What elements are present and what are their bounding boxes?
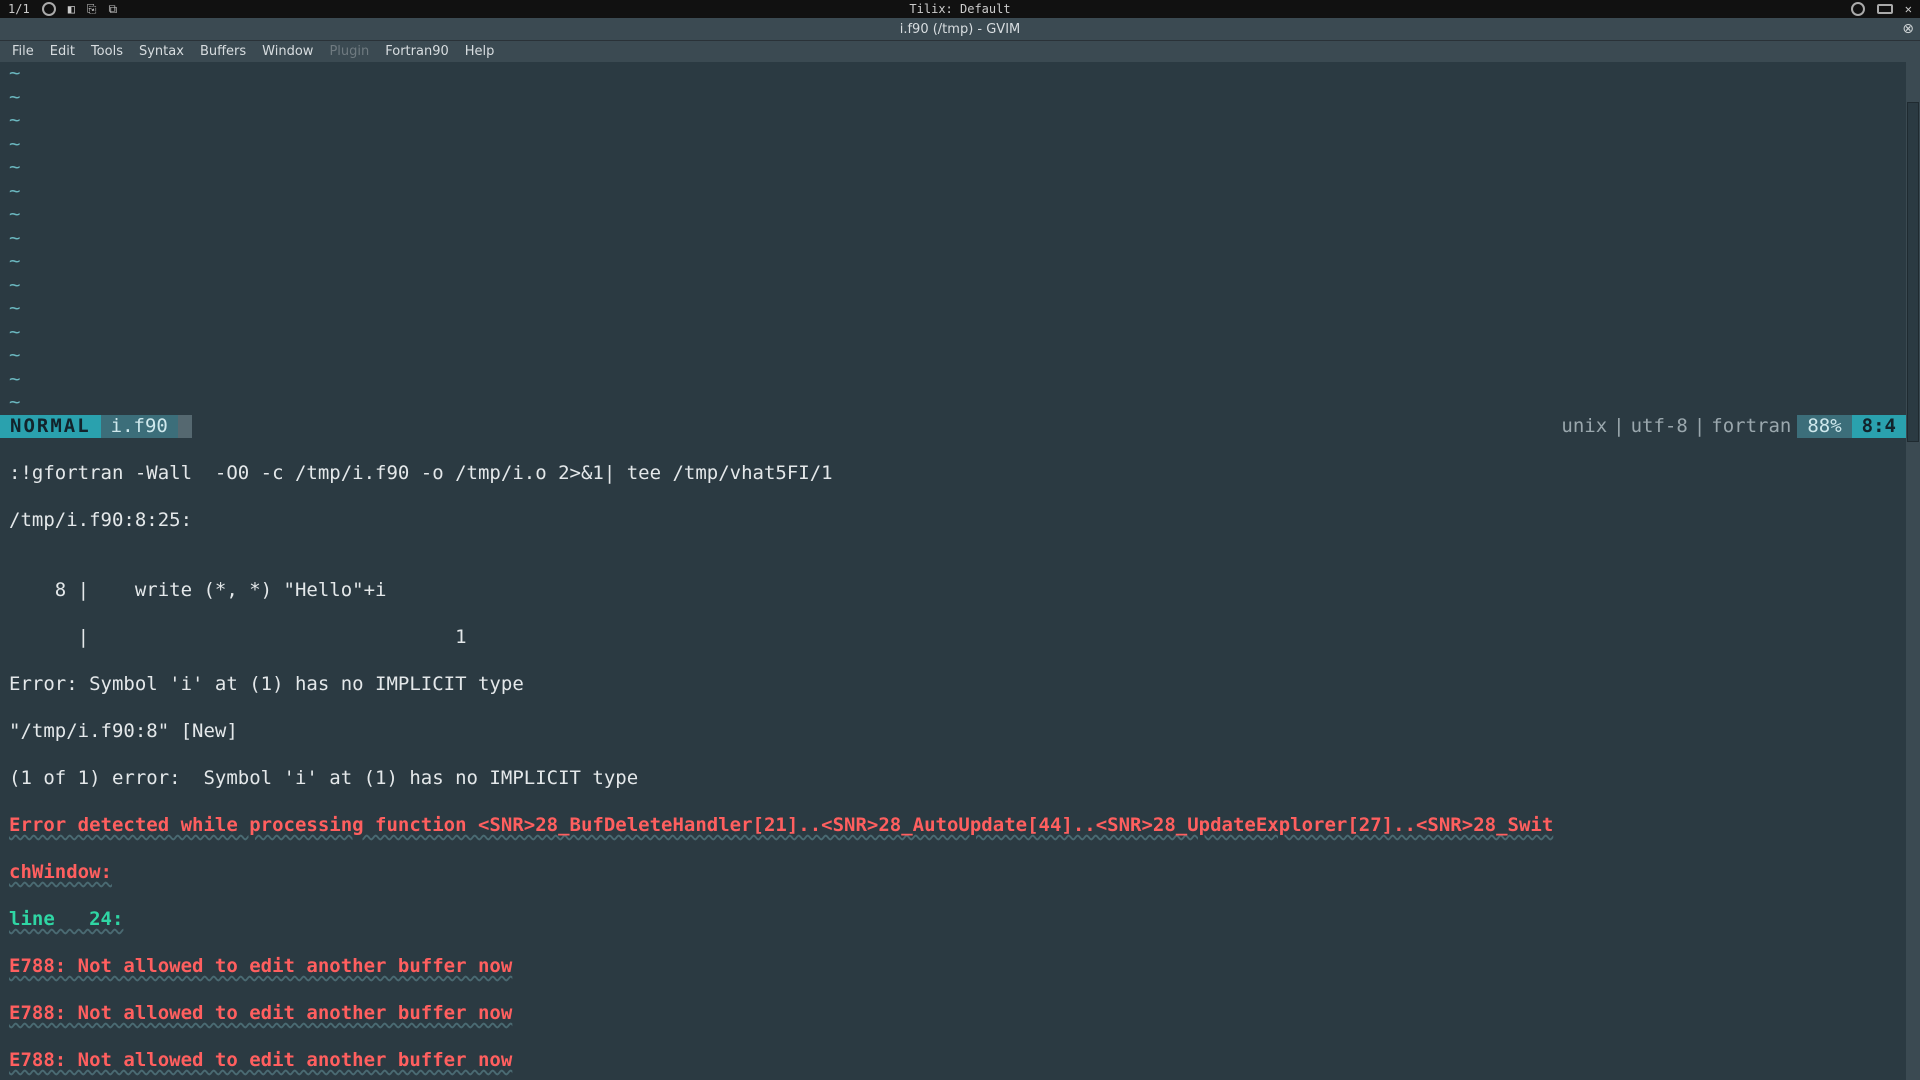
message-area: :!gfortran -Wall -O0 -c /tmp/i.f90 -o /t… — [0, 438, 1906, 1080]
empty-line-tilde: ~ — [9, 297, 1906, 321]
empty-line-tilde: ~ — [9, 368, 1906, 392]
tilix-menu-icon[interactable] — [1877, 4, 1893, 14]
vim-error-lineno: line 24: — [9, 908, 1906, 932]
tilix-search-icon[interactable] — [1851, 2, 1865, 16]
statusline: NORMAL i.f90 unix | utf-8 | fortran 88% … — [0, 415, 1906, 439]
tilix-split-icon[interactable]: ⧉ — [109, 2, 118, 17]
tilix-new-tab-icon[interactable]: ⎘ — [87, 2, 97, 17]
gvim-title-text: i.f90 (/tmp) - GVIM — [900, 22, 1021, 37]
filetype: fortran — [1711, 415, 1791, 439]
position-segment: 8:4 — [1852, 415, 1906, 439]
scrollbar-thumb[interactable] — [1907, 102, 1919, 442]
gvim-menubar: File Edit Tools Syntax Buffers Window Plugin Fo… — [0, 40, 1920, 62]
tilix-title: Tilix: Default — [909, 2, 1010, 16]
empty-line-tilde: ~ — [9, 321, 1906, 345]
tilix-shell-icon[interactable]: ◧ — [68, 2, 75, 16]
source-line-2: | 1 — [9, 626, 1906, 650]
menu-window[interactable]: Window — [262, 44, 313, 59]
empty-line-tilde: ~ — [9, 180, 1906, 204]
e788-2: E788: Not allowed to edit another buffer… — [9, 1002, 1906, 1026]
fileformat: unix — [1561, 415, 1607, 439]
tilde-column: ~~~~~~~~~~~~~~~ — [0, 62, 1906, 415]
vim-error-line-1: Error detected while processing function… — [9, 814, 1906, 838]
newfile-line: "/tmp/i.f90:8" [New] — [9, 720, 1906, 744]
e788-1: E788: Not allowed to edit another buffer… — [9, 955, 1906, 979]
empty-line-tilde: ~ — [9, 227, 1906, 251]
mode-indicator: NORMAL — [0, 415, 101, 439]
menu-tools[interactable]: Tools — [91, 44, 123, 59]
tilix-bar: 1/1 ◧ ⎘ ⧉ Tilix: Default ✕ — [0, 0, 1920, 18]
tilix-session-count: 1/1 — [8, 2, 30, 16]
gvim-titlebar: i.f90 (/tmp) - GVIM ⊗ — [0, 18, 1920, 40]
fileinfo-segment: unix | utf-8 | fortran — [1551, 415, 1797, 439]
empty-line-tilde: ~ — [9, 274, 1906, 298]
menu-file[interactable]: File — [12, 44, 34, 59]
source-line-1: 8 | write (*, *) "Hello"+i — [9, 579, 1906, 603]
filename-segment: i.f90 — [101, 415, 178, 439]
menu-fortran90[interactable]: Fortran90 — [385, 44, 449, 59]
quickfix-line: (1 of 1) error: Symbol 'i' at (1) has no… — [9, 767, 1906, 791]
empty-line-tilde: ~ — [9, 86, 1906, 110]
empty-line-tilde: ~ — [9, 156, 1906, 180]
menu-help[interactable]: Help — [465, 44, 495, 59]
vim-error-line-2: chWindow: — [9, 861, 1906, 885]
cmd-line: :!gfortran -Wall -O0 -c /tmp/i.f90 -o /t… — [9, 462, 1906, 486]
empty-line-tilde: ~ — [9, 203, 1906, 227]
e788-3: E788: Not allowed to edit another buffer… — [9, 1049, 1906, 1073]
vertical-scrollbar[interactable] — [1906, 62, 1920, 1080]
percent-segment: 88% — [1797, 415, 1851, 439]
editor-body: ~~~~~~~~~~~~~~~ NORMAL i.f90 unix | utf-… — [0, 62, 1920, 1080]
text-area[interactable]: ~~~~~~~~~~~~~~~ NORMAL i.f90 unix | utf-… — [0, 62, 1906, 1080]
gvim-close-icon[interactable]: ⊗ — [1902, 21, 1914, 37]
compiler-error: Error: Symbol 'i' at (1) has no IMPLICIT… — [9, 673, 1906, 697]
empty-line-tilde: ~ — [9, 344, 1906, 368]
tilix-sync-icon[interactable] — [42, 2, 56, 16]
menu-buffers[interactable]: Buffers — [200, 44, 246, 59]
empty-line-tilde: ~ — [9, 62, 1906, 86]
tilix-close-icon[interactable]: ✕ — [1905, 2, 1912, 16]
empty-line-tilde: ~ — [9, 109, 1906, 133]
empty-line-tilde: ~ — [9, 391, 1906, 415]
encoding: utf-8 — [1631, 415, 1688, 439]
menu-syntax[interactable]: Syntax — [139, 44, 184, 59]
error-location: /tmp/i.f90:8:25: — [9, 509, 1906, 533]
menu-plugin: Plugin — [329, 44, 369, 59]
empty-line-tilde: ~ — [9, 250, 1906, 274]
menu-edit[interactable]: Edit — [50, 44, 75, 59]
empty-line-tilde: ~ — [9, 133, 1906, 157]
